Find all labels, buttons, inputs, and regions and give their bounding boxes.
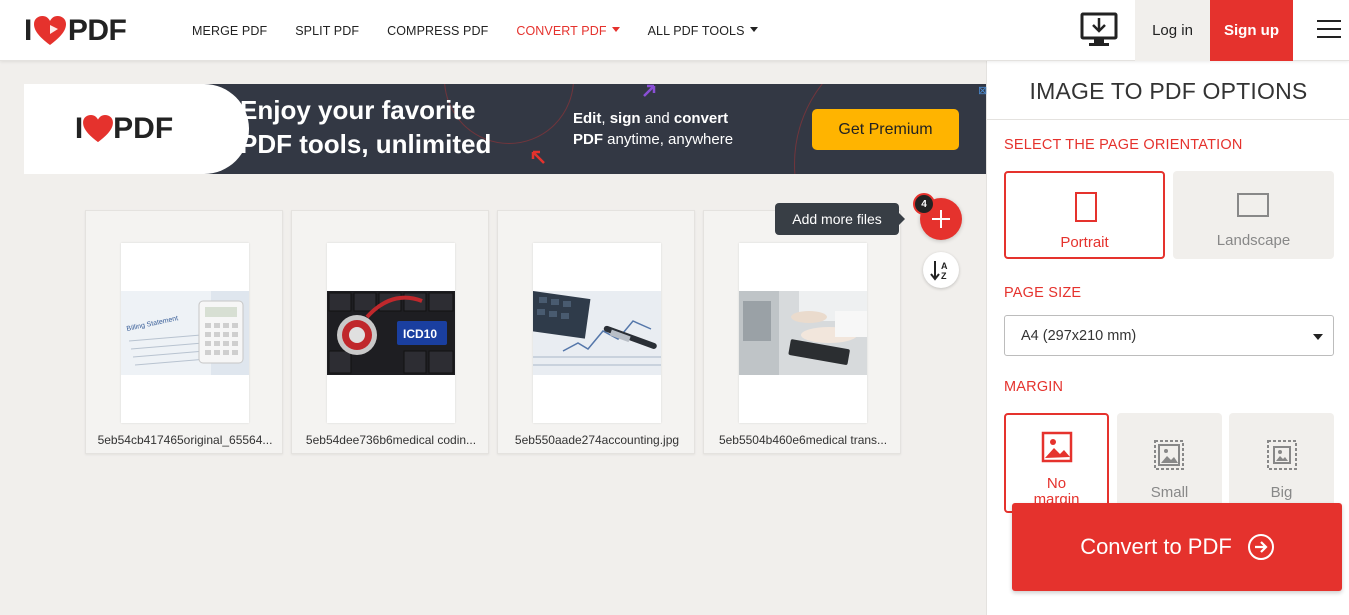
premium-ad-banner[interactable]: I PDF Enjoy your favorite PDF tools, unl… [24,84,986,174]
file-card[interactable]: 5eb5504b460e6medical trans... [703,210,901,454]
panel-title: IMAGE TO PDF OPTIONS [1029,78,1308,104]
ad-close-icon[interactable]: ⊠ [978,84,988,98]
nav-label: CONVERT PDF [516,23,607,38]
image-small-margin-icon [1154,440,1184,470]
sort-alpha-icon: A Z [930,261,948,281]
image-thumbnail: Billing Statement [121,291,249,375]
image-thumbnail: ICD10 [327,291,455,375]
orientation-label: SELECT THE PAGE ORIENTATION [1004,137,1243,153]
ad-headline-line-2: PDF tools, unlimited [240,129,492,159]
arrow-decoration-icon [643,84,656,97]
page-size-label: PAGE SIZE [1004,285,1082,301]
file-name: 5eb54cb417465original_65564... [97,433,273,447]
file-card[interactable]: 5eb550aade274accounting.jpg [497,210,695,454]
nav-merge-pdf[interactable]: MERGE PDF [192,24,267,38]
convert-label: Convert to PDF [1080,534,1232,559]
file-count-badge: 4 [913,193,935,215]
page-preview: Billing Statement [121,243,249,423]
page-size-value: A4 (297x210 mm) [1021,328,1137,344]
desktop-app-button[interactable] [1079,11,1119,49]
ad-sub-sep: and [640,110,674,127]
nav-label: COMPRESS PDF [387,23,489,38]
portrait-option[interactable]: Portrait [1004,171,1165,259]
top-navbar: I PDF MERGE PDF SPLIT PDF COMPRESS PDF C… [0,0,1349,61]
image-full-icon [1041,431,1073,463]
nav-split-pdf[interactable]: SPLIT PDF [295,24,359,38]
page-preview: ICD10 [327,243,455,423]
svg-text:A: A [941,261,948,271]
ad-headline: Enjoy your favorite PDF tools, unlimited [240,93,491,161]
ad-subtext: Edit, sign and convert PDF anytime, anyw… [573,108,733,150]
main-nav: MERGE PDF SPLIT PDF COMPRESS PDF CONVERT… [192,0,786,61]
nav-convert-pdf[interactable]: CONVERT PDF [516,23,620,38]
nav-label: ALL PDF TOOLS [647,23,745,38]
landscape-label: Landscape [1216,232,1291,249]
svg-text:Z: Z [941,271,947,281]
file-card[interactable]: Billing Statement 5eb54cb417465original_… [85,210,283,454]
sort-files-button[interactable]: A Z [923,252,959,288]
caret-down-icon [611,27,620,32]
svg-text:ICD10: ICD10 [403,327,437,341]
no-margin-option[interactable]: No margin [1004,413,1109,513]
ad-logo: I PDF [24,84,249,174]
ad-logo-text: PDF [113,112,174,145]
get-premium-button[interactable]: Get Premium [812,109,959,150]
small-margin-option[interactable]: Small [1117,413,1222,513]
image-big-margin-icon [1267,440,1297,470]
page-size-select[interactable]: A4 (297x210 mm) [1004,315,1334,356]
divider [987,119,1349,120]
image-thumbnail [739,291,867,375]
ad-sub-sep: , [601,110,610,127]
ad-sub-rest: anytime, anywhere [603,131,734,148]
big-margin-label: Big [1270,484,1293,501]
portrait-icon [1075,192,1097,222]
arrow-decoration-icon [531,150,545,164]
ad-sub-word: PDF [573,131,603,148]
desktop-download-icon [1080,12,1118,46]
file-card[interactable]: ICD10 5eb54dee736b6medical codin... [291,210,489,454]
ad-sub-word: convert [673,110,729,127]
nav-label: MERGE PDF [192,23,268,38]
ad-logo-letter-i: I [74,112,84,145]
ilovepdf-logo[interactable]: I PDF [24,14,127,48]
signup-button[interactable]: Sign up [1210,0,1293,61]
nav-label: SPLIT PDF [295,23,360,38]
file-name: 5eb54dee736b6medical codin... [305,433,477,447]
convert-to-pdf-button[interactable]: Convert to PDF [1012,503,1342,591]
portrait-label: Portrait [1060,234,1109,251]
margin-label: MARGIN [1004,379,1064,395]
ad-sub-word: Edit [573,110,602,127]
nav-all-pdf-tools[interactable]: ALL PDF TOOLS [648,24,758,38]
chevron-down-icon [1313,334,1323,340]
logo-letter-i: I [24,14,32,47]
file-name: 5eb5504b460e6medical trans... [718,433,888,447]
logo-text: PDF [67,14,127,47]
page-preview [739,243,867,423]
heart-icon [83,115,114,143]
page-preview [533,243,661,423]
hamburger-menu-icon[interactable] [1317,20,1343,40]
big-margin-option[interactable]: Big [1229,413,1334,513]
nav-compress-pdf[interactable]: COMPRESS PDF [387,24,488,38]
image-thumbnail [533,291,661,375]
no-margin-line-1: No [1046,475,1067,492]
file-name: 5eb550aade274accounting.jpg [514,433,680,447]
caret-down-icon [749,27,758,32]
ad-sub-word: sign [609,110,641,127]
ad-headline-line-1: Enjoy your favorite [240,95,476,125]
arrow-right-circle-icon [1247,534,1274,560]
heart-icon [33,16,66,45]
login-button[interactable]: Log in [1135,0,1210,61]
landscape-icon [1237,193,1269,217]
landscape-option[interactable]: Landscape [1173,171,1334,259]
add-files-tooltip: Add more files [775,203,905,235]
small-margin-label: Small [1150,484,1189,501]
